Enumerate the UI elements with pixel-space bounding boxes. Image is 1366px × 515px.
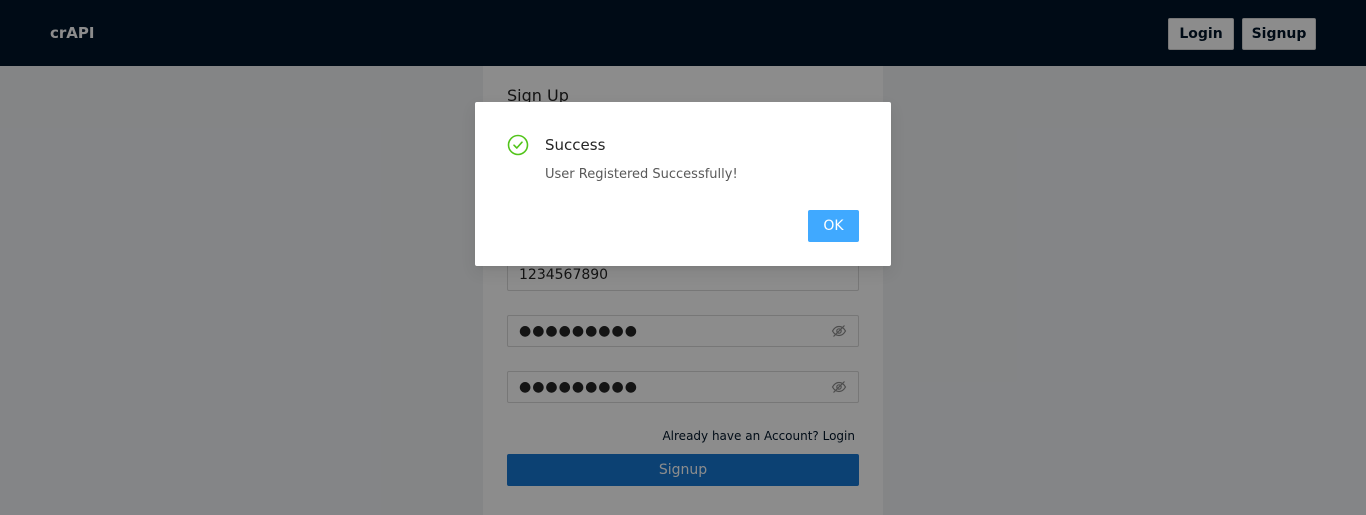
check-circle-icon xyxy=(507,134,529,156)
ok-button[interactable]: OK xyxy=(808,210,859,242)
success-modal: Success User Registered Successfully! OK xyxy=(475,102,891,266)
modal-title: Success xyxy=(545,136,606,154)
modal-message: User Registered Successfully! xyxy=(545,167,738,182)
modal-overlay[interactable]: Success User Registered Successfully! OK xyxy=(0,0,1366,515)
